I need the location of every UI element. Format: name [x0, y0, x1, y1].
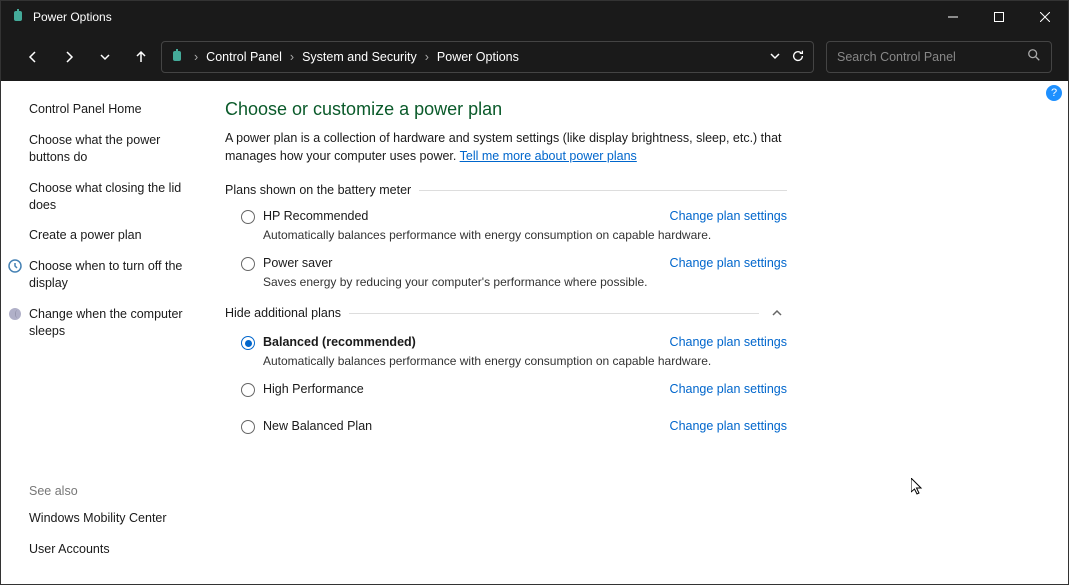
- sidebar-link-sleep[interactable]: Change when the computer sleeps: [29, 306, 199, 340]
- plan-balanced: Balanced (recommended) Change plan setti…: [225, 335, 787, 350]
- page-title: Choose or customize a power plan: [225, 99, 787, 120]
- change-plan-link[interactable]: Change plan settings: [670, 382, 787, 396]
- plan-name[interactable]: Power saver: [263, 256, 332, 270]
- cursor-icon: [911, 478, 925, 496]
- plan-description: Automatically balances performance with …: [263, 354, 787, 368]
- sidebar: Control Panel Home Choose what the power…: [1, 81, 211, 584]
- plan-radio[interactable]: [241, 210, 255, 224]
- plan-description: Saves energy by reducing your computer's…: [263, 275, 787, 289]
- chevron-up-icon[interactable]: [767, 303, 787, 323]
- breadcrumb[interactable]: › Control Panel › System and Security › …: [161, 41, 814, 73]
- plan-new-balanced: New Balanced Plan Change plan settings: [225, 419, 787, 434]
- see-also-mobility[interactable]: Windows Mobility Center: [29, 510, 199, 527]
- plan-name[interactable]: HP Recommended: [263, 209, 368, 223]
- clock-icon: [7, 258, 23, 274]
- see-also-accounts[interactable]: User Accounts: [29, 541, 199, 558]
- chevron-right-icon: ›: [288, 50, 296, 64]
- window-controls: [930, 1, 1068, 33]
- titlebar: Power Options: [1, 1, 1068, 33]
- chevron-right-icon: ›: [423, 50, 431, 64]
- change-plan-link[interactable]: Change plan settings: [670, 419, 787, 433]
- change-plan-link[interactable]: Change plan settings: [670, 256, 787, 270]
- forward-button[interactable]: [53, 41, 85, 73]
- control-panel-home-link[interactable]: Control Panel Home: [29, 101, 199, 118]
- location-icon: [170, 49, 186, 65]
- search-box[interactable]: [826, 41, 1052, 73]
- sidebar-link-power-buttons[interactable]: Choose what the power buttons do: [29, 132, 199, 166]
- page-description: A power plan is a collection of hardware…: [225, 130, 787, 165]
- plan-name[interactable]: High Performance: [263, 382, 364, 396]
- learn-more-link[interactable]: Tell me more about power plans: [460, 149, 637, 163]
- plan-radio[interactable]: [241, 336, 255, 350]
- chevron-right-icon: ›: [192, 50, 200, 64]
- plan-description: Automatically balances performance with …: [263, 228, 787, 242]
- maximize-button[interactable]: [976, 1, 1022, 33]
- see-also-header: See also: [29, 484, 199, 498]
- section-header-battery: Plans shown on the battery meter: [225, 183, 787, 197]
- window-title: Power Options: [33, 10, 930, 24]
- section-header-additional[interactable]: Hide additional plans: [225, 303, 787, 323]
- recent-dropdown[interactable]: [89, 41, 121, 73]
- breadcrumb-item[interactable]: Control Panel: [202, 48, 286, 66]
- plan-name[interactable]: New Balanced Plan: [263, 419, 372, 433]
- search-icon[interactable]: [1027, 48, 1041, 67]
- content-area: ? Control Panel Home Choose what the pow…: [1, 81, 1068, 584]
- plan-power-saver: Power saver Change plan settings: [225, 256, 787, 271]
- plan-radio[interactable]: [241, 383, 255, 397]
- refresh-button[interactable]: [791, 49, 805, 66]
- sidebar-link-lid[interactable]: Choose what closing the lid does: [29, 180, 199, 214]
- close-button[interactable]: [1022, 1, 1068, 33]
- sidebar-link-display-off[interactable]: Choose when to turn off the display: [29, 258, 199, 292]
- app-icon: [11, 9, 27, 25]
- change-plan-link[interactable]: Change plan settings: [670, 335, 787, 349]
- sidebar-link-create-plan[interactable]: Create a power plan: [29, 227, 199, 244]
- plan-radio[interactable]: [241, 257, 255, 271]
- plan-high-performance: High Performance Change plan settings: [225, 382, 787, 397]
- main-panel: Choose or customize a power plan A power…: [211, 81, 831, 584]
- plan-radio[interactable]: [241, 420, 255, 434]
- navbar: › Control Panel › System and Security › …: [1, 33, 1068, 81]
- back-button[interactable]: [17, 41, 49, 73]
- change-plan-link[interactable]: Change plan settings: [670, 209, 787, 223]
- search-input[interactable]: [837, 50, 1017, 64]
- plan-name[interactable]: Balanced (recommended): [263, 335, 416, 349]
- up-button[interactable]: [125, 41, 157, 73]
- breadcrumb-item[interactable]: System and Security: [298, 48, 421, 66]
- moon-icon: [7, 306, 23, 322]
- breadcrumb-item[interactable]: Power Options: [433, 48, 523, 66]
- help-button[interactable]: ?: [1046, 85, 1062, 101]
- chevron-down-icon[interactable]: [769, 50, 781, 65]
- window: Power Options › Control Panel › System a…: [0, 0, 1069, 585]
- plan-hp-recommended: HP Recommended Change plan settings: [225, 209, 787, 224]
- minimize-button[interactable]: [930, 1, 976, 33]
